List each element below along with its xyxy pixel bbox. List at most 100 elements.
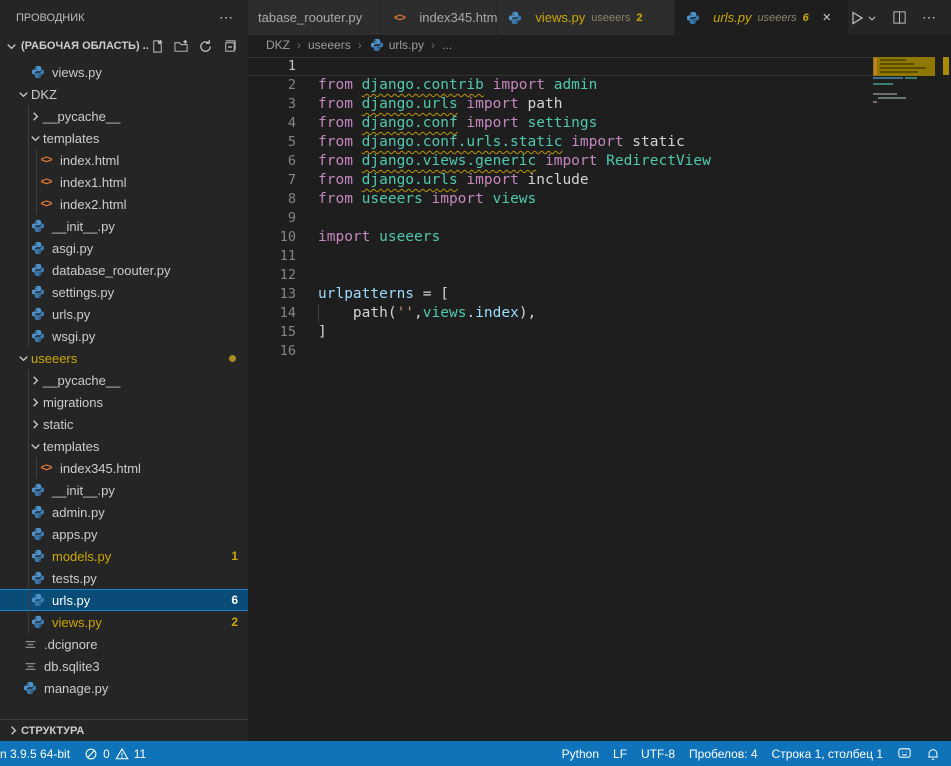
tree-item-views-py[interactable]: views.py2 [0, 611, 248, 633]
tree-item-index1-html[interactable]: <>index1.html [0, 171, 248, 193]
tree-item-index345-html[interactable]: <>index345.html [0, 457, 248, 479]
breadcrumb-item-urls-py[interactable]: urls.py [369, 37, 424, 53]
outline-section-header[interactable]: СТРУКТУРА [0, 719, 248, 741]
code-line-16[interactable]: 16 [248, 342, 951, 361]
code-text: path('',views.index), [318, 304, 536, 323]
run-button[interactable] [849, 10, 877, 26]
indentation-status[interactable]: Пробелов: 4 [682, 741, 765, 766]
refresh-icon[interactable] [196, 37, 214, 55]
tree-item-settings-py[interactable]: settings.py [0, 281, 248, 303]
tree-item-init-py[interactable]: __init__.py [0, 479, 248, 501]
tree-item-dkz[interactable]: DKZ [0, 83, 248, 105]
tree-item-apps-py[interactable]: apps.py [0, 523, 248, 545]
code-line-5[interactable]: 5from django.conf.urls.static import sta… [248, 133, 951, 152]
code-token: from [318, 96, 362, 112]
code-token: import [536, 153, 606, 169]
cursor-position-status[interactable]: Строка 1, столбец 1 [765, 741, 890, 766]
code-line-14[interactable]: 14 path('',views.index), [248, 304, 951, 323]
config-file-icon [22, 636, 38, 652]
tree-item-static[interactable]: static [0, 413, 248, 435]
tree-item-init-py[interactable]: __init__.py [0, 215, 248, 237]
tree-item-urls-py[interactable]: urls.py 6 [0, 589, 248, 611]
tree-item-views-py[interactable]: views.py [0, 61, 248, 83]
tree-item-label: urls.py [52, 307, 90, 322]
tree-item-pycache[interactable]: __pycache__ [0, 369, 248, 391]
python-file-icon [30, 592, 46, 608]
tab-views-py[interactable]: views.pyuseeers2 [497, 0, 675, 35]
workspace-section-header[interactable]: (РАБОЧАЯ ОБЛАСТЬ) ... [0, 35, 248, 57]
new-folder-icon[interactable] [172, 37, 190, 55]
code-token: urlpatterns [318, 286, 414, 302]
tree-item-templates[interactable]: templates [0, 435, 248, 457]
tree-item-useeers[interactable]: useeers [0, 347, 248, 369]
code-line-12[interactable]: 12 [248, 266, 951, 285]
tree-item-index2-html[interactable]: <>index2.html [0, 193, 248, 215]
tree-item-urls-py[interactable]: urls.py [0, 303, 248, 325]
feedback-icon[interactable] [890, 741, 919, 766]
close-icon[interactable]: × [819, 9, 835, 26]
minimap[interactable] [873, 57, 935, 167]
tree-item-tests-py[interactable]: tests.py [0, 567, 248, 589]
tree-item-index-html[interactable]: <>index.html [0, 149, 248, 171]
python-file-icon [22, 680, 38, 696]
notifications-bell-icon[interactable] [919, 741, 947, 766]
new-file-icon[interactable] [148, 37, 166, 55]
tree-item-label: urls.py [52, 593, 90, 608]
code-line-3[interactable]: 3from django.urls import path [248, 95, 951, 114]
language-mode-status[interactable]: Python [555, 741, 606, 766]
breadcrumb-item-dkz[interactable]: DKZ [266, 38, 290, 52]
tab-problems-badge: 6 [803, 12, 809, 24]
breadcrumb-item-useeers[interactable]: useeers [308, 38, 351, 52]
code-token: import [562, 134, 632, 150]
problems-status[interactable]: 0 11 [77, 741, 153, 766]
eol-status[interactable]: LF [606, 741, 634, 766]
tree-item-label: db.sqlite3 [44, 659, 100, 674]
code-line-4[interactable]: 4from django.conf import settings [248, 114, 951, 133]
code-line-8[interactable]: 8from useeers import views [248, 190, 951, 209]
tree-item-pycache[interactable]: __pycache__ [0, 105, 248, 127]
tree-item-dcignore[interactable]: .dcignore [0, 633, 248, 655]
encoding-status[interactable]: UTF-8 [634, 741, 682, 766]
tab-urls-py[interactable]: urls.pyuseeers6× [675, 0, 849, 35]
code-line-6[interactable]: 6from django.views.generic import Redire… [248, 152, 951, 171]
tree-item-db-sqlite3[interactable]: db.sqlite3 [0, 655, 248, 677]
tree-item-templates[interactable]: templates [0, 127, 248, 149]
tree-item-models-py[interactable]: models.py1 [0, 545, 248, 567]
code-line-9[interactable]: 9 [248, 209, 951, 228]
tab-index345-html[interactable]: <>index345.html [381, 0, 497, 35]
code-line-2[interactable]: 2from django.contrib import admin [248, 76, 951, 95]
collapse-all-icon[interactable] [220, 37, 238, 55]
tree-item-label: index345.html [60, 461, 141, 476]
code-token: path [528, 96, 563, 112]
tree-item-migrations[interactable]: migrations [0, 391, 248, 413]
explorer-more-icon[interactable]: ⋯ [219, 9, 234, 26]
code-line-10[interactable]: 10import useeers [248, 228, 951, 247]
code-line-1[interactable]: 1 [248, 57, 873, 76]
code-line-7[interactable]: 7from django.urls import include [248, 171, 951, 190]
code-token: settings [528, 115, 598, 131]
breadcrumb-item-[interactable]: ... [442, 38, 452, 52]
code-token: views [493, 191, 537, 207]
split-editor-icon[interactable] [892, 10, 907, 25]
problems-badge: 6 [231, 593, 238, 607]
code-line-11[interactable]: 11 [248, 247, 951, 266]
tree-item-database-roouter-py[interactable]: database_roouter.py [0, 259, 248, 281]
tree-item-manage-py[interactable]: manage.py [0, 677, 248, 699]
code-token: django.views.generic [362, 153, 537, 169]
code-token: from [318, 191, 362, 207]
tab-tabase-roouter-py[interactable]: tabase_roouter.py [248, 0, 381, 35]
code-editor[interactable]: 12from django.contrib import admin3from … [248, 55, 951, 741]
line-number: 3 [248, 95, 296, 114]
tree-item-label: apps.py [52, 527, 98, 542]
line-number: 8 [248, 190, 296, 209]
editor-more-icon[interactable]: ⋯ [922, 9, 937, 26]
tree-item-asgi-py[interactable]: asgi.py [0, 237, 248, 259]
line-number: 6 [248, 152, 296, 171]
tree-item-wsgi-py[interactable]: wsgi.py [0, 325, 248, 347]
python-interpreter-status[interactable]: n 3.9.5 64-bit [0, 741, 77, 766]
code-line-15[interactable]: 15] [248, 323, 951, 342]
tree-item-label: models.py [52, 549, 111, 564]
tree-item-admin-py[interactable]: admin.py [0, 501, 248, 523]
editor-scrollbar[interactable] [941, 55, 951, 741]
code-line-13[interactable]: 13urlpatterns = [ [248, 285, 951, 304]
